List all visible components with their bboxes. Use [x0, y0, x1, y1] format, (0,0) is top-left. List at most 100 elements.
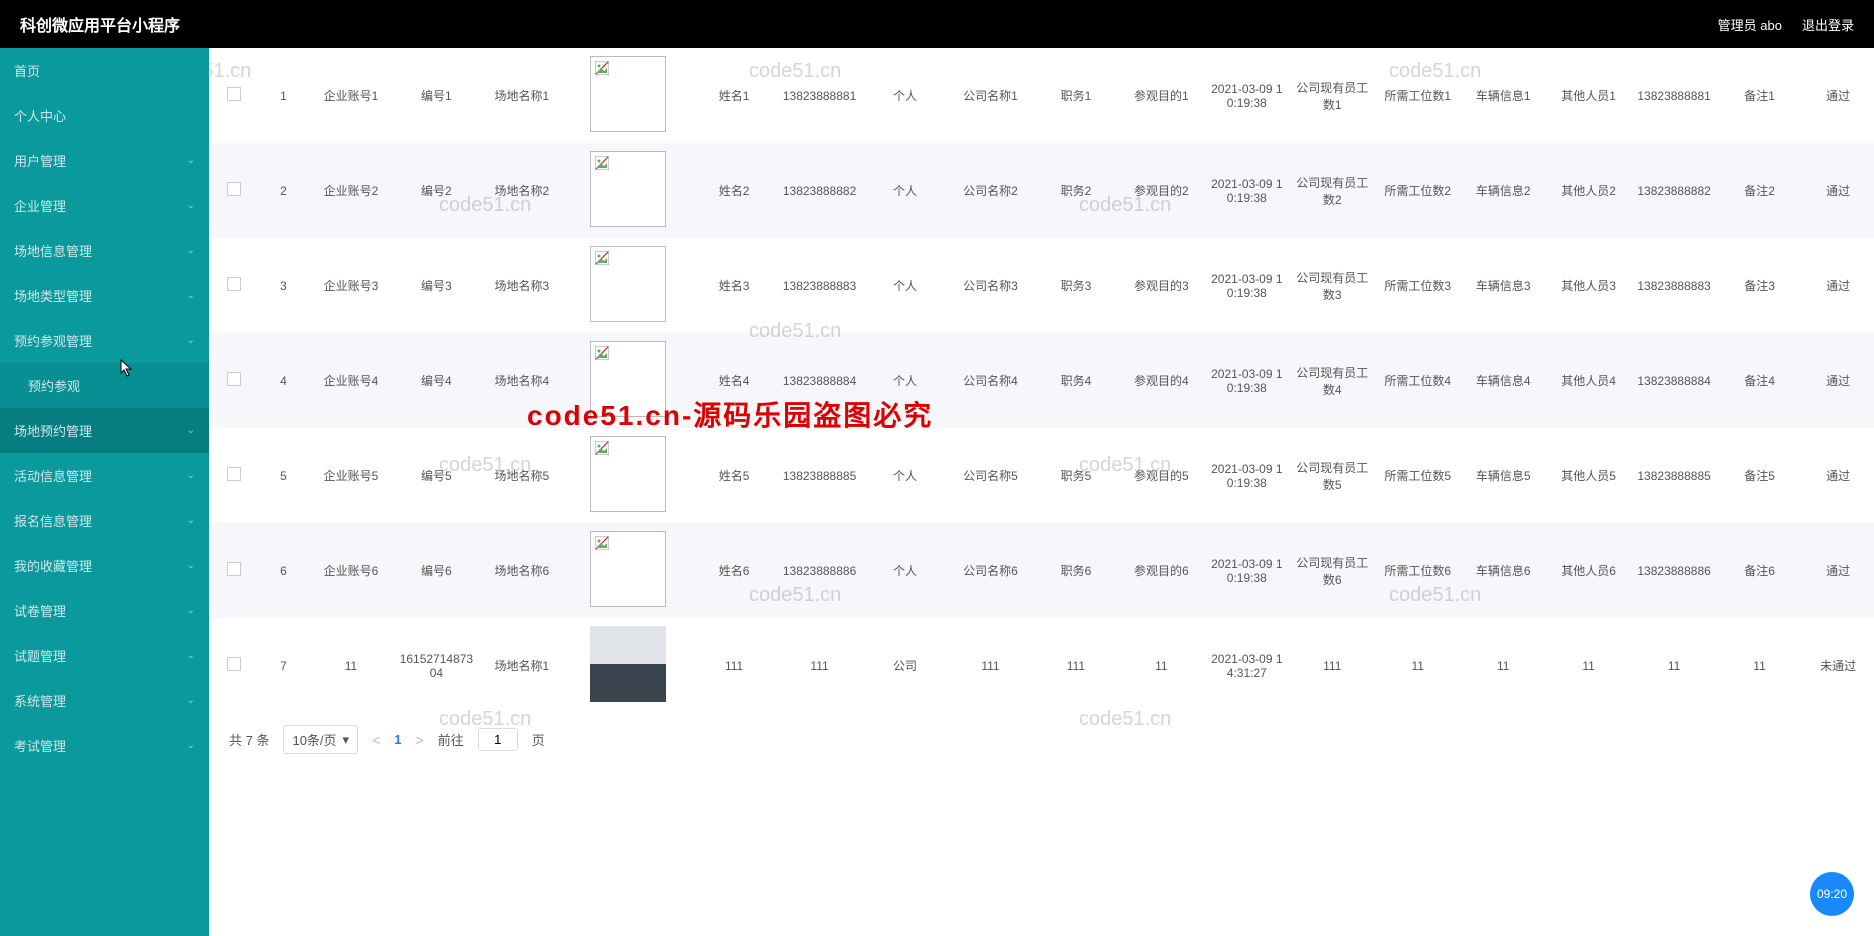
sidebar-item[interactable]: 场地预约管理⌄ — [0, 408, 209, 453]
chevron-down-icon: ⌄ — [187, 470, 195, 481]
cell-type: 个人 — [862, 48, 947, 143]
page-number[interactable]: 1 — [394, 732, 401, 747]
cell-checkbox — [209, 428, 259, 523]
cell-name: 姓名4 — [691, 333, 776, 428]
cell-purpose: 参观目的3 — [1119, 238, 1204, 333]
chevron-down-icon: ⌄ — [187, 245, 195, 256]
cell-position: 职务2 — [1033, 143, 1118, 238]
page-input[interactable] — [478, 728, 518, 751]
row-checkbox[interactable] — [227, 562, 241, 576]
image-thumb[interactable] — [590, 151, 666, 227]
sidebar-item[interactable]: 试卷管理⌄ — [0, 588, 209, 633]
cell-others: 其他人员2 — [1546, 143, 1631, 238]
cell-phone: 13823888886 — [777, 523, 862, 618]
sidebar-item-label: 试题管理 — [14, 646, 66, 665]
sidebar-item[interactable]: 预约参观管理⌄ — [0, 318, 209, 363]
page-total: 共 7 条 — [229, 730, 269, 749]
cell-phone: 111 — [777, 618, 862, 713]
logout-link[interactable]: 退出登录 — [1802, 15, 1854, 34]
cell-time: 2021-03-09 10:19:38 — [1204, 143, 1289, 238]
sidebar-item[interactable]: 场地信息管理⌄ — [0, 228, 209, 273]
cell-phone: 13823888883 — [777, 238, 862, 333]
cell-remark: 备注6 — [1717, 523, 1802, 618]
sidebar-item[interactable]: 试题管理 ⌄ — [0, 633, 209, 678]
cell-type: 个人 — [862, 523, 947, 618]
sidebar-item[interactable]: 报名信息管理⌄ — [0, 498, 209, 543]
page-prev[interactable]: < — [372, 732, 380, 748]
cell-remark: 备注3 — [1717, 238, 1802, 333]
cell-name: 姓名1 — [691, 48, 776, 143]
page-next[interactable]: > — [416, 732, 424, 748]
chevron-down-icon: ⌄ — [187, 740, 195, 751]
sidebar-item[interactable]: 我的收藏管理⌄ — [0, 543, 209, 588]
sidebar-subitem[interactable]: 预约参观 — [0, 363, 209, 408]
cell-name: 姓名2 — [691, 143, 776, 238]
row-checkbox[interactable] — [227, 372, 241, 386]
chevron-down-icon: ⌄ — [187, 515, 195, 526]
cell-vehicle: 11 — [1460, 618, 1545, 713]
cell-account: 企业账号1 — [308, 48, 393, 143]
cell-checkbox — [209, 238, 259, 333]
row-checkbox[interactable] — [227, 657, 241, 671]
cell-phone: 13823888881 — [777, 48, 862, 143]
user-label[interactable]: 管理员 abo — [1718, 15, 1782, 34]
cell-others: 其他人员6 — [1546, 523, 1631, 618]
row-checkbox[interactable] — [227, 182, 241, 196]
row-checkbox[interactable] — [227, 277, 241, 291]
sidebar-item[interactable]: 用户管理⌄ — [0, 138, 209, 183]
cell-purpose: 参观目的2 — [1119, 143, 1204, 238]
chevron-down-icon: ⌄ — [187, 650, 195, 661]
image-thumb[interactable] — [590, 56, 666, 132]
cell-name: 姓名6 — [691, 523, 776, 618]
cell-company: 公司名称1 — [948, 48, 1033, 143]
image-thumb[interactable] — [590, 626, 666, 702]
cell-time: 2021-03-09 10:19:38 — [1204, 333, 1289, 428]
table-row: 6企业账号6编号6场地名称6姓名613823888886个人公司名称6职务6参观… — [209, 523, 1874, 618]
app-title: 科创微应用平台小程序 — [20, 12, 180, 36]
cell-others: 其他人员5 — [1546, 428, 1631, 523]
cell-image — [565, 523, 692, 618]
cell-phone: 13823888885 — [777, 428, 862, 523]
cell-company: 公司名称6 — [948, 523, 1033, 618]
table-row: 4企业账号4编号4场地名称4姓名413823888884个人公司名称4职务4参观… — [209, 333, 1874, 428]
image-thumb[interactable] — [590, 436, 666, 512]
cell-company: 公司名称5 — [948, 428, 1033, 523]
chevron-down-icon: ⌄ — [187, 335, 195, 346]
pagination: 共 7 条 10条/页 ▾ < 1 > 前往 页 — [209, 713, 1874, 766]
sidebar-item-label: 个人中心 — [14, 106, 66, 125]
sidebar-item[interactable]: 系统管理⌄ — [0, 678, 209, 723]
sidebar-item-label: 试卷管理 — [14, 601, 66, 620]
cell-checkbox — [209, 48, 259, 143]
cell-image — [565, 238, 692, 333]
table-row: 5企业账号5编号5场地名称5姓名513823888885个人公司名称5职务5参观… — [209, 428, 1874, 523]
sidebar-item[interactable]: 考试管理⌄ — [0, 723, 209, 768]
page-size-select[interactable]: 10条/页 ▾ — [283, 725, 358, 754]
cell-venue: 场地名称1 — [479, 48, 564, 143]
cell-checkbox — [209, 618, 259, 713]
cell-code: 编号6 — [394, 523, 479, 618]
cell-account: 企业账号6 — [308, 523, 393, 618]
cell-account: 11 — [308, 618, 393, 713]
image-thumb[interactable] — [590, 341, 666, 417]
header-right: 管理员 abo 退出登录 — [1718, 15, 1854, 34]
image-thumb[interactable] — [590, 246, 666, 322]
row-checkbox[interactable] — [227, 467, 241, 481]
cell-image — [565, 428, 692, 523]
cell-code: 1615271487304 — [394, 618, 479, 713]
cell-account: 企业账号3 — [308, 238, 393, 333]
sidebar-item-label: 企业管理 — [14, 196, 66, 215]
clock-badge[interactable]: 09:20 — [1810, 872, 1854, 916]
image-thumb[interactable] — [590, 531, 666, 607]
cell-checkbox — [209, 333, 259, 428]
sidebar-item-label: 活动信息管理 — [14, 466, 92, 485]
sidebar-item[interactable]: 场地类型管理⌄ — [0, 273, 209, 318]
cell-phone2: 13823888885 — [1631, 428, 1716, 523]
row-checkbox[interactable] — [227, 87, 241, 101]
sidebar-item[interactable]: 首页 — [0, 48, 209, 93]
sidebar-item[interactable]: 企业管理⌄ — [0, 183, 209, 228]
sidebar-item[interactable]: 个人中心 — [0, 93, 209, 138]
cell-others: 11 — [1546, 618, 1631, 713]
sidebar-item[interactable]: 活动信息管理 ⌄ — [0, 453, 209, 498]
cell-employees: 公司现有员工数4 — [1290, 333, 1375, 428]
cell-venue: 场地名称2 — [479, 143, 564, 238]
